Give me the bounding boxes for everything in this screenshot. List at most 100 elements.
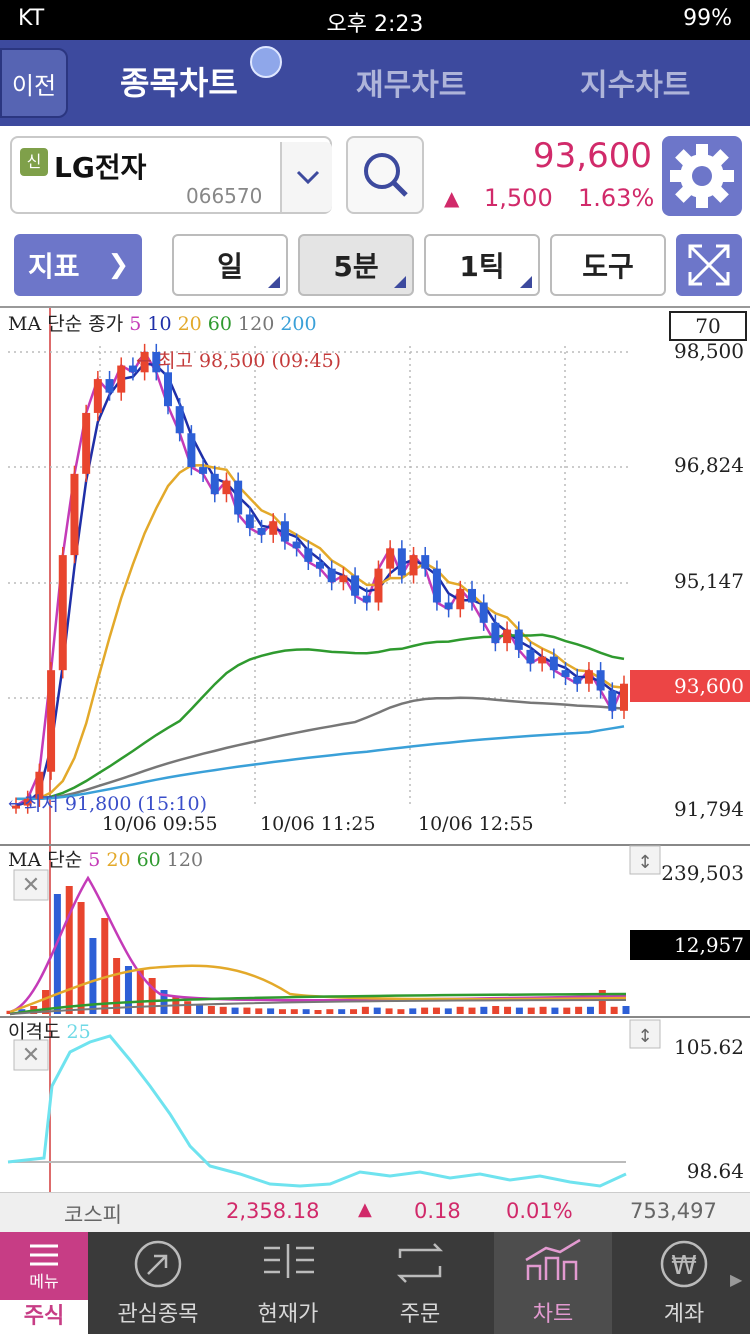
candle	[526, 649, 535, 664]
dropdown-corner-icon	[268, 276, 280, 288]
volume-bar	[444, 1008, 452, 1014]
candle	[210, 473, 219, 495]
ma-period-60: 60	[208, 313, 238, 335]
candle	[444, 602, 453, 610]
tab-quote[interactable]: 현재가	[234, 1232, 342, 1334]
tab-chart[interactable]: 차트	[494, 1232, 612, 1334]
index-volume: 753,497	[630, 1199, 717, 1223]
candle	[222, 480, 231, 495]
ma-period-20: 20	[178, 313, 208, 335]
up-arrow-icon: ▲	[444, 186, 460, 210]
phone-icon[interactable]	[250, 46, 282, 78]
volume-bar	[267, 1008, 275, 1014]
volume-bar	[551, 1007, 559, 1014]
close-icon: ✕	[22, 873, 40, 898]
indicator-button[interactable]: 지표 ❯	[14, 234, 142, 296]
volume-chart[interactable]: MA 단순 5 20 60 120 ✕ ↕ 239,503 12,957	[0, 844, 750, 1016]
price-change: 1,500	[484, 184, 553, 212]
index-change-pct: 0.01%	[506, 1199, 573, 1223]
resize-icon: ↕	[637, 1026, 652, 1047]
volume-legend-prefix: MA 단순	[8, 849, 88, 871]
back-button[interactable]: 이전	[0, 48, 68, 118]
candle	[374, 568, 383, 603]
ma-period-200: 200	[280, 313, 316, 335]
volume-bar	[492, 1006, 500, 1014]
ma-period-120: 120	[238, 313, 280, 335]
stock-code: 066570	[186, 184, 263, 208]
chart-icon	[525, 1238, 581, 1280]
x-tick-2: 10/06 11:25	[260, 813, 376, 835]
tab-index-chart[interactable]: 지수차트	[580, 60, 690, 104]
tab-stock[interactable]: 주식	[0, 1300, 88, 1334]
candle	[479, 602, 488, 623]
tick-button[interactable]: 1틱	[424, 234, 540, 296]
candle	[280, 521, 289, 542]
candle	[573, 676, 582, 684]
candle	[432, 568, 441, 603]
period-day-button[interactable]: 일	[172, 234, 288, 296]
price-chart[interactable]: 70 MA 단순 종가 5 10 20 60 120 200 98,500 96…	[0, 306, 750, 844]
tab-chart-label: 차트	[532, 1302, 574, 1327]
interval-label: 5분	[333, 250, 379, 283]
dropdown-button[interactable]	[280, 142, 332, 212]
volume-bar	[385, 1008, 393, 1014]
candle	[620, 683, 628, 711]
volume-bar	[361, 1006, 369, 1014]
tab-watchlist[interactable]: 관심종목	[104, 1232, 212, 1334]
disparity-chart[interactable]: 이격도 25 ✕ ↕ 105.62 98.64	[0, 1016, 750, 1192]
volume-bar	[231, 1007, 239, 1014]
candle	[105, 379, 114, 393]
volume-legend: MA 단순 5 20 60 120	[8, 849, 203, 871]
search-button[interactable]	[346, 136, 424, 214]
candle	[362, 595, 371, 603]
candle	[514, 629, 523, 650]
tab-stock-chart[interactable]: 종목차트	[120, 58, 238, 104]
volume-bar	[326, 1009, 334, 1014]
x-tick-3: 10/06 12:55	[418, 813, 534, 835]
fullscreen-button[interactable]	[676, 234, 742, 296]
tab-order-label: 주문	[399, 1302, 441, 1327]
volume-bar	[196, 1004, 204, 1014]
volume-bar	[527, 1007, 535, 1014]
candle	[351, 575, 360, 596]
index-ticker[interactable]: 코스피 2,358.18 ▲ 0.18 0.01% 753,497	[0, 1192, 750, 1232]
candle	[316, 561, 324, 569]
volume-bar	[148, 978, 156, 1014]
scale-box-value: 70	[695, 314, 720, 338]
volume-bar	[456, 1006, 464, 1014]
scroll-right-icon[interactable]: ▶	[730, 1270, 742, 1289]
candle	[491, 622, 500, 644]
settings-button[interactable]	[662, 136, 742, 216]
volume-bar	[409, 1008, 417, 1014]
order-icon	[396, 1243, 444, 1283]
candle	[304, 548, 313, 562]
volume-bar	[219, 1006, 227, 1014]
disparity-y-top: 105.62	[674, 1035, 744, 1059]
y-tick-4: 91,794	[674, 797, 744, 821]
tools-label: 도구	[582, 250, 634, 283]
status-bar: KT 오후 2:23 99%	[0, 0, 750, 40]
menu-tab[interactable]: 메뉴 주식	[0, 1232, 88, 1334]
candle	[584, 670, 593, 684]
volume-bar	[184, 1001, 192, 1014]
low-label: ←최저 91,800 (15:10)	[8, 793, 207, 815]
volume-bar	[575, 1006, 583, 1014]
candle	[82, 412, 91, 474]
won-icon: ₩	[660, 1240, 708, 1288]
stock-selector[interactable]: 신 LG전자 066570	[10, 136, 332, 214]
candle	[549, 656, 558, 671]
volume-ma-period-120: 120	[167, 849, 203, 871]
interval-button[interactable]: 5분	[298, 234, 414, 296]
candle	[47, 670, 56, 772]
y-tick-3: 95,147	[674, 569, 744, 593]
clock: 오후 2:23	[326, 12, 424, 37]
tools-button[interactable]: 도구	[550, 234, 666, 296]
tab-financial-chart[interactable]: 재무차트	[356, 60, 466, 104]
candle	[327, 568, 336, 583]
tab-quote-label: 현재가	[257, 1302, 319, 1327]
tab-account[interactable]: ₩ 계좌	[630, 1232, 738, 1334]
candle	[292, 541, 301, 549]
tab-order[interactable]: 주문	[366, 1232, 474, 1334]
volume-bar	[65, 886, 73, 1014]
volume-bar	[468, 1007, 476, 1014]
